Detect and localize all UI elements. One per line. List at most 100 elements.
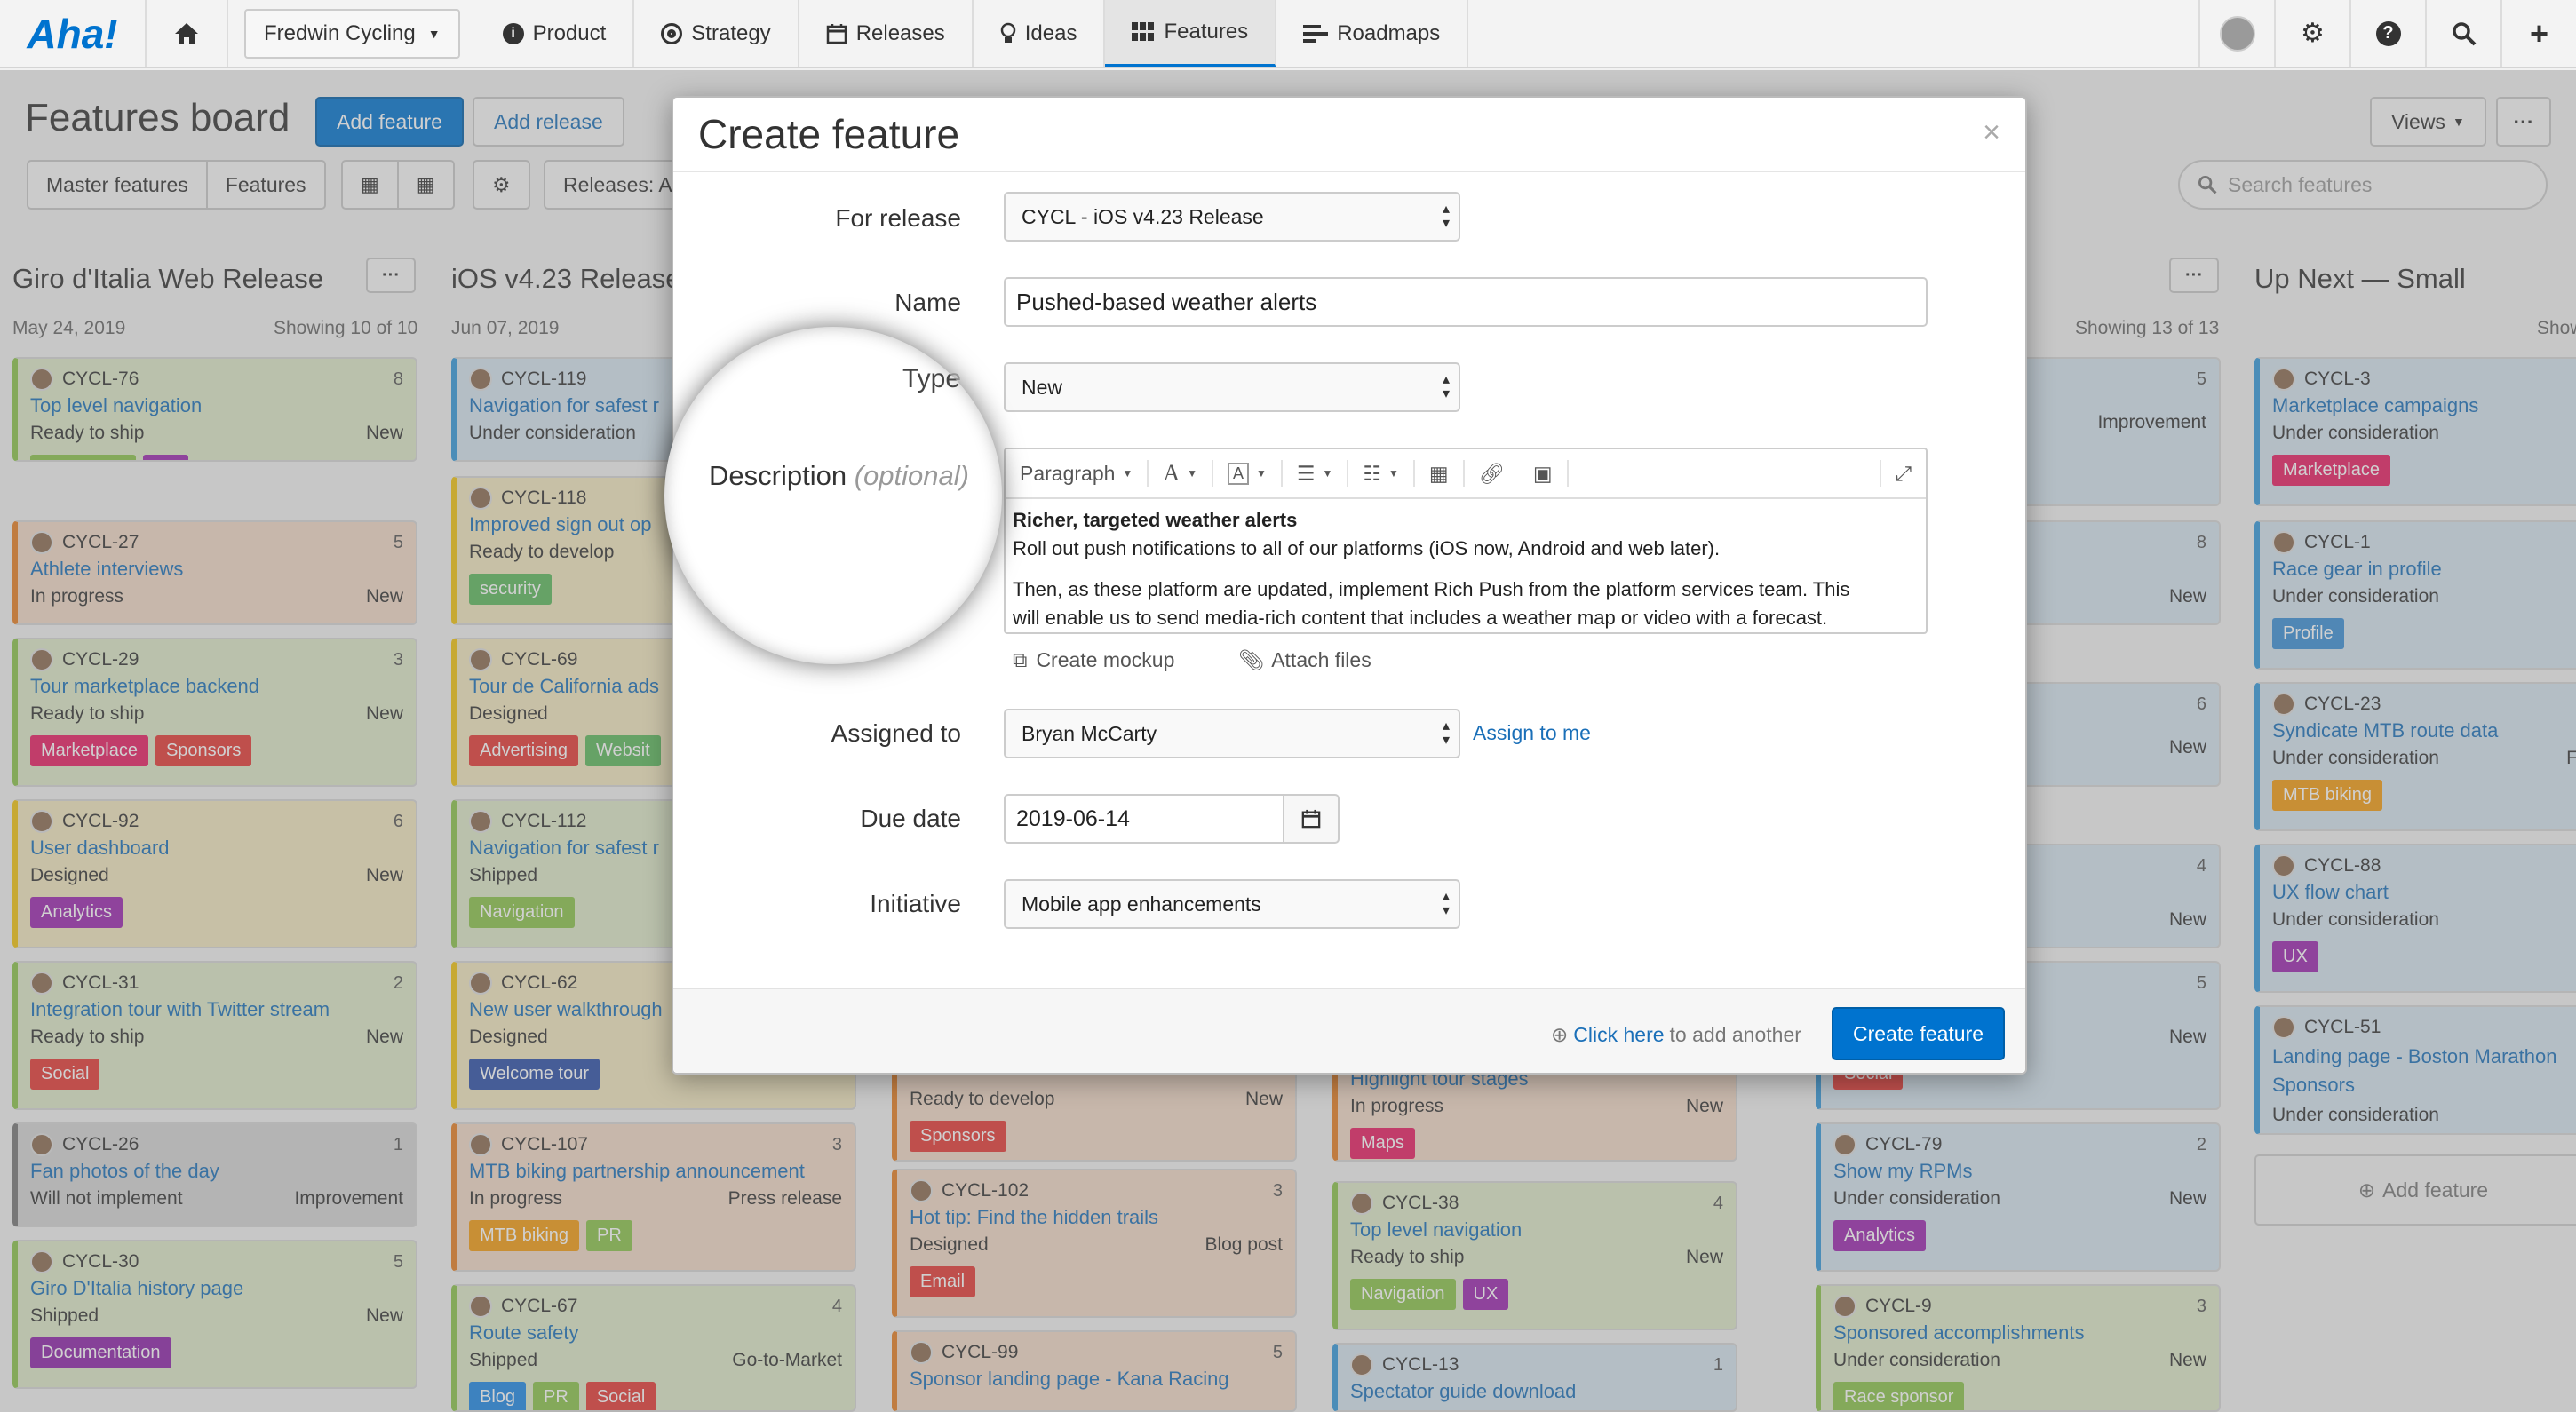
due-date-label: Due date — [860, 805, 961, 832]
align-left-icon: ☰ — [1296, 461, 1316, 485]
caret-down-icon: ▼ — [1187, 467, 1197, 480]
type-value: New — [1022, 375, 1063, 399]
updown-arrow-icon: ▴ ▾ — [1442, 372, 1450, 401]
nav-strategy-label: Strategy — [691, 20, 771, 45]
help-button[interactable]: ? — [2349, 0, 2425, 67]
nav-features[interactable]: Features — [1105, 0, 1277, 67]
chevron-down-icon: ▼ — [427, 26, 441, 41]
link-icon: 🔗︎ — [1478, 461, 1505, 485]
description-editor[interactable]: Paragraph ▼ A ▼ A ▼ ☰ ▼ ☷ ▼ ▦ 🔗︎ ▣ ⤢ Richer, … — [1004, 448, 1928, 634]
nav-releases[interactable]: Releases — [799, 0, 974, 67]
name-label: Name — [894, 289, 961, 316]
home-button[interactable] — [147, 0, 228, 67]
editor-toolbar: Paragraph ▼ A ▼ A ▼ ☰ ▼ ☷ ▼ ▦ 🔗︎ ▣ ⤢ — [1006, 449, 1926, 499]
editor-paragraph: will enable us to send media-rich conten… — [1013, 607, 1828, 629]
align-dropdown[interactable]: ☰ ▼ — [1283, 460, 1349, 487]
user-avatar-button[interactable] — [2198, 0, 2274, 67]
description-label-text: Description — [709, 460, 847, 491]
aha-logo[interactable]: Aha! — [0, 0, 147, 67]
add-another-hint: ⊕ Click here to add another — [1551, 1023, 1801, 1047]
text-color-dropdown[interactable]: A ▼ — [1213, 460, 1283, 487]
initiative-value: Mobile app enhancements — [1022, 892, 1261, 916]
updown-arrow-icon: ▴ ▾ — [1442, 718, 1450, 748]
nav-ideas[interactable]: Ideas — [974, 0, 1106, 67]
initiative-select[interactable]: Mobile app enhancements ▴ ▾ — [1004, 879, 1460, 929]
name-input[interactable]: Pushed-based weather alerts — [1004, 277, 1928, 327]
mockup-icon: ⧉ — [1013, 648, 1028, 671]
gear-icon: ⚙ — [2301, 19, 2325, 48]
insert-image-button[interactable]: ▣ — [1519, 460, 1569, 487]
info-icon: i — [502, 22, 524, 44]
font-icon: A — [1163, 460, 1181, 486]
nav-features-label: Features — [1164, 19, 1249, 44]
nav-product[interactable]: i Product — [476, 0, 635, 67]
settings-button[interactable]: ⚙ — [2274, 0, 2349, 67]
caret-down-icon: ▼ — [1322, 467, 1333, 480]
nav-roadmaps-label: Roadmaps — [1337, 20, 1441, 45]
top-navigation: Aha! Fredwin Cycling ▼ i Product Strateg… — [0, 0, 2576, 68]
list-icon: ☷ — [1363, 461, 1382, 485]
assigned-to-value: Bryan McCarty — [1022, 721, 1157, 745]
caret-down-icon: ▼ — [1256, 467, 1267, 480]
nav-roadmaps[interactable]: Roadmaps — [1276, 0, 1469, 67]
date-picker-button[interactable] — [1283, 794, 1340, 844]
updown-arrow-icon: ▴ ▾ — [1442, 202, 1450, 231]
type-label-magnified: Type — [902, 364, 961, 393]
description-label: Description (optional) — [709, 460, 969, 492]
assign-to-me-link[interactable]: Assign to me — [1473, 721, 1591, 745]
attach-files-link[interactable]: 📎︎ Attach files — [1238, 648, 1371, 672]
search-button[interactable] — [2425, 0, 2500, 67]
font-size-dropdown[interactable]: A ▼ — [1149, 460, 1213, 487]
table-icon: ▦ — [1428, 461, 1449, 485]
avatar — [2219, 15, 2255, 52]
help-icon: ? — [2375, 20, 2401, 46]
create-feature-button[interactable]: Create feature — [1832, 1007, 2006, 1060]
caret-down-icon: ▼ — [1388, 467, 1399, 480]
paperclip-icon: 📎︎ — [1238, 648, 1265, 671]
target-icon — [661, 22, 683, 44]
caret-down-icon: ▼ — [1122, 467, 1133, 480]
expand-icon: ⤢ — [1895, 461, 1912, 485]
workspace-select[interactable]: Fredwin Cycling ▼ — [244, 8, 460, 59]
calendar-icon — [1301, 809, 1321, 829]
insert-link-button[interactable]: 🔗︎ — [1465, 460, 1519, 487]
editor-heading: Richer, targeted weather alerts — [1013, 509, 1298, 531]
calendar-icon — [826, 23, 847, 44]
optional-hint: (optional) — [854, 460, 969, 491]
plus-icon: + — [2529, 14, 2549, 52]
magnifier-lens: Type Description (optional) — [664, 327, 1002, 664]
modal-title: Create feature — [698, 111, 960, 157]
add-another-text: to add another — [1669, 1023, 1801, 1046]
editor-paragraph: Roll out push notifications to all of ou… — [1013, 537, 1721, 559]
list-dropdown[interactable]: ☷ ▼ — [1348, 460, 1415, 487]
close-icon[interactable]: × — [1983, 115, 2000, 150]
modal-header-divider — [673, 171, 2025, 172]
paragraph-dropdown[interactable]: Paragraph ▼ — [1006, 460, 1149, 487]
initiative-label: Initiative — [870, 890, 961, 917]
modal-footer — [673, 989, 2025, 1073]
workspace-name: Fredwin Cycling — [264, 20, 416, 45]
insert-table-button[interactable]: ▦ — [1415, 460, 1465, 487]
type-select[interactable]: New ▴ ▾ — [1004, 362, 1460, 412]
for-release-value: CYCL - iOS v4.23 Release — [1022, 204, 1264, 228]
nav-ideas-label: Ideas — [1024, 20, 1077, 45]
assigned-to-label: Assigned to — [831, 719, 961, 747]
fullscreen-button[interactable]: ⤢ — [1879, 460, 1926, 487]
search-icon — [2452, 21, 2476, 45]
create-mockup-link[interactable]: ⧉ Create mockup — [1013, 648, 1174, 672]
grid-icon — [1132, 21, 1155, 41]
assigned-to-select[interactable]: Bryan McCarty ▴ ▾ — [1004, 709, 1460, 758]
nav-releases-label: Releases — [855, 20, 945, 45]
nav-product-label: Product — [532, 20, 607, 45]
create-mockup-label: Create mockup — [1036, 648, 1175, 671]
click-here-link[interactable]: Click here — [1573, 1023, 1664, 1047]
nav-strategy[interactable]: Strategy — [634, 0, 799, 67]
roadmap-icon — [1303, 24, 1329, 43]
add-button[interactable]: + — [2500, 0, 2576, 67]
updown-arrow-icon: ▴ ▾ — [1442, 889, 1450, 918]
due-date-input[interactable]: 2019-06-14 — [1004, 794, 1284, 844]
image-icon: ▣ — [1532, 461, 1553, 485]
for-release-select[interactable]: CYCL - iOS v4.23 Release ▴ ▾ — [1004, 192, 1460, 242]
home-icon — [175, 22, 198, 44]
for-release-label: For release — [835, 204, 961, 232]
